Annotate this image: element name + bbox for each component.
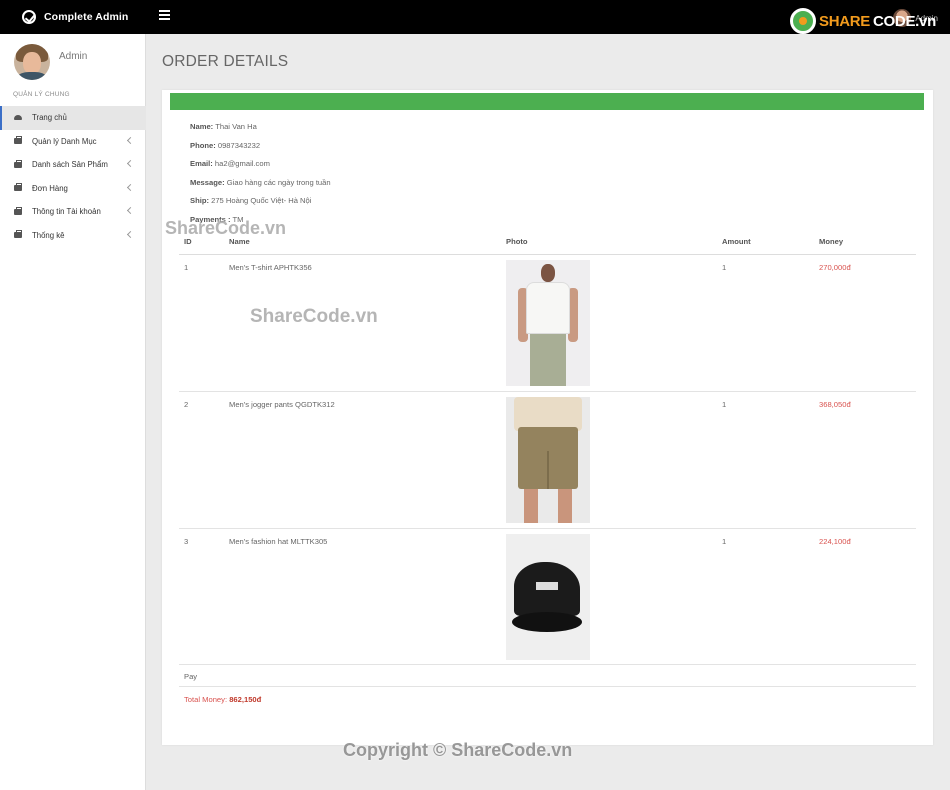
sidebar: Admin QUẢN LÝ CHUNG Trang chủ Quản lý Da… [0, 34, 146, 790]
total-money: Total Money: 862,150đ [184, 695, 261, 704]
order-details-panel: Name: Thai Van Ha Phone: 0987343232 Emai… [162, 90, 933, 745]
sidebar-item-label: Danh sách Sản Phẩm [32, 160, 108, 170]
panel-header-bar [170, 93, 924, 110]
profile-name: Admin [59, 51, 88, 62]
pay-row: Pay [179, 665, 916, 687]
watermark-text: ShareCode.vn [165, 218, 287, 238]
chevron-left-icon [126, 206, 135, 215]
sidebar-item-home[interactable]: Trang chủ [0, 106, 146, 130]
product-photo-jogger [506, 397, 590, 523]
briefcase-icon [14, 183, 22, 192]
sidebar-item-label: Đơn Hàng [32, 183, 68, 193]
briefcase-icon [14, 230, 22, 239]
chevron-left-icon [126, 159, 135, 168]
row-money: 368,050đ [819, 400, 851, 409]
check-circle-icon [22, 10, 36, 24]
sidebar-profile: Admin [14, 44, 87, 80]
sharecode-logo-icon [790, 8, 816, 34]
sidebar-item-orders[interactable]: Đơn Hàng [0, 177, 146, 201]
row-amount: 1 [722, 537, 727, 546]
sidebar-item-account[interactable]: Thông tin Tài khoản [0, 200, 146, 224]
info-email: Email: ha2@gmail.com [190, 159, 270, 168]
chevron-left-icon [126, 136, 135, 144]
sharecode-logo-part1: SHARE [819, 12, 871, 30]
briefcase-icon [14, 206, 22, 215]
dashboard-icon [14, 115, 22, 121]
row-id: 1 [184, 263, 189, 272]
sidebar-item-categories[interactable]: Quản lý Danh Mục [0, 130, 146, 154]
sidebar-item-label: Thống kê [32, 230, 65, 240]
total-label: Total Money: [184, 695, 228, 704]
brand[interactable]: Complete Admin [22, 10, 128, 24]
info-message: Message: Giao hàng các ngày trong tuần [190, 177, 331, 187]
footer-copyright: Copyright © ShareCode.vn [343, 740, 573, 760]
table-header: ID Name Photo Amount Money [179, 237, 916, 255]
product-photo-tshirt [506, 260, 590, 386]
hamburger-menu-icon[interactable] [159, 10, 170, 22]
sidebar-nav: Trang chủ Quản lý Danh Mục Danh sách Sản… [0, 106, 146, 247]
product-photo-hat [506, 534, 590, 660]
briefcase-icon [14, 159, 22, 168]
table-row: 2 Men's jogger pants QGDTK312 1 368,050đ [179, 392, 916, 529]
watermark-text: ShareCode.vn [250, 306, 378, 327]
row-money: 224,100đ [819, 537, 851, 546]
info-ship: Ship: 275 Hoàng Quốc Việt- Hà Nội [190, 196, 312, 205]
sidebar-item-label: Trang chủ [32, 113, 67, 123]
pay-label: Pay [184, 672, 198, 681]
row-name: Men's jogger pants QGDTK312 [229, 400, 335, 409]
sharecode-logo-part2: CODE.vn [873, 12, 936, 30]
table-row: 3 Men's fashion hat MLTTK305 1 224,100đ [179, 529, 916, 665]
info-phone: Phone: 0987343232 [190, 140, 261, 150]
chevron-left-icon [126, 230, 135, 238]
header-photo: Photo [506, 237, 528, 246]
chevron-left-icon [126, 183, 135, 191]
page-title: ORDER DETAILS [162, 53, 289, 70]
sidebar-item-label: Quản lý Danh Mục [32, 136, 97, 146]
avatar [14, 44, 50, 80]
row-id: 3 [184, 537, 189, 546]
briefcase-icon [14, 136, 22, 145]
row-amount: 1 [722, 263, 727, 272]
sidebar-item-statistics[interactable]: Thống kê [0, 224, 146, 248]
row-money: 270,000đ [819, 263, 851, 272]
sidebar-item-products[interactable]: Danh sách Sản Phẩm [0, 153, 146, 177]
sharecode-logo: SHARE CODE.vn [790, 8, 936, 34]
sidebar-section-label: QUẢN LÝ CHUNG [13, 91, 70, 98]
row-id: 2 [184, 400, 189, 409]
row-name: Men's T-shirt APHTK356 [229, 263, 312, 272]
customer-info: Name: Thai Van Ha Phone: 0987343232 Emai… [190, 122, 331, 233]
row-name: Men's fashion hat MLTTK305 [229, 537, 328, 546]
info-name: Name: Thai Van Ha [190, 122, 257, 131]
brand-title: Complete Admin [44, 11, 129, 23]
header-money: Money [819, 237, 844, 246]
row-amount: 1 [722, 400, 727, 409]
sidebar-item-label: Thông tin Tài khoản [32, 207, 101, 217]
total-value: 862,150đ [229, 695, 262, 704]
header-amount: Amount [722, 237, 751, 246]
